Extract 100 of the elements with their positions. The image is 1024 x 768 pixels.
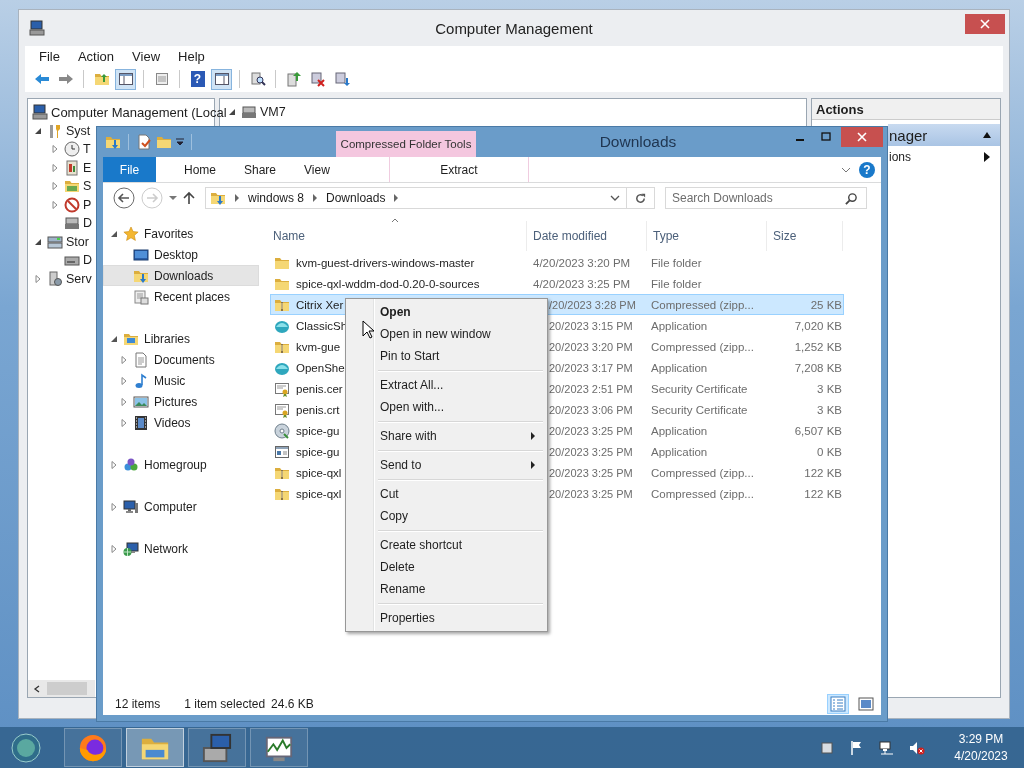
taskbar-button[interactable] xyxy=(250,728,308,767)
firefox-icon[interactable] xyxy=(78,732,108,763)
menu-item[interactable]: View xyxy=(126,48,167,64)
tree-item[interactable]: E xyxy=(83,160,92,175)
tree-item[interactable]: VM7 xyxy=(260,105,286,120)
column-header[interactable]: Name xyxy=(267,221,527,251)
expand-arrow-icon[interactable] xyxy=(51,182,59,191)
nav-item[interactable]: Favorites xyxy=(103,223,259,244)
help-button[interactable]: ? xyxy=(859,161,875,178)
menu-item[interactable]: Cut xyxy=(348,483,545,505)
horizontal-scrollbar[interactable] xyxy=(28,680,95,697)
expand-arrow-icon[interactable] xyxy=(34,274,42,283)
taskbar-button[interactable] xyxy=(64,728,122,767)
expand-ribbon-icon[interactable] xyxy=(841,166,851,173)
nav-item[interactable]: Pictures xyxy=(103,391,259,412)
expand-arrow-icon[interactable] xyxy=(51,200,59,209)
properties-icon[interactable] xyxy=(136,134,152,150)
nav-item[interactable]: Videos xyxy=(103,412,259,433)
menu-item[interactable]: Create shortcut xyxy=(348,534,545,556)
action-section[interactable]: nager xyxy=(888,124,1000,146)
menu-item[interactable]: Delete xyxy=(348,556,545,578)
column-header[interactable]: Date modified xyxy=(527,221,647,251)
expand-arrow-icon[interactable] xyxy=(110,460,118,469)
column-header[interactable]: Type xyxy=(647,221,767,251)
refresh-button[interactable] xyxy=(627,187,655,209)
expand-arrow-icon[interactable] xyxy=(120,355,128,364)
menu-item[interactable]: Rename xyxy=(348,578,545,600)
search-field[interactable]: Search Downloads xyxy=(665,187,867,209)
dropdown-icon[interactable] xyxy=(610,195,620,201)
address-bar[interactable]: windows 8 Downloads xyxy=(205,187,627,209)
clock-date[interactable]: 4/20/2023 xyxy=(954,747,1008,765)
tree-item[interactable]: D xyxy=(83,253,93,268)
tree-item[interactable]: Stor xyxy=(66,234,89,249)
tree-item[interactable]: D xyxy=(83,216,93,231)
caret-icon[interactable] xyxy=(169,195,177,201)
close-icon[interactable] xyxy=(857,132,867,142)
collapse-arrow-icon[interactable] xyxy=(982,131,992,139)
breadcrumb[interactable]: windows 8 xyxy=(248,191,305,205)
menu-item[interactable]: Open with... xyxy=(348,396,545,418)
pane-menu-entry[interactable]: ions xyxy=(888,146,1000,168)
menu-item[interactable]: File xyxy=(33,48,66,64)
nav-item[interactable]: Homegroup xyxy=(103,454,259,475)
nav-item[interactable]: Documents xyxy=(103,349,259,370)
tree-item[interactable]: P xyxy=(83,197,92,212)
menu-item[interactable]: Send to xyxy=(348,454,545,476)
ribbon-tab[interactable]: View xyxy=(290,157,344,182)
taskbar-button[interactable] xyxy=(126,728,184,767)
ribbon-tab[interactable]: Extract xyxy=(388,157,529,182)
nav-item[interactable]: Computer xyxy=(103,496,259,517)
expand-arrow-icon[interactable] xyxy=(120,397,128,406)
expand-arrow-icon[interactable] xyxy=(51,145,59,154)
close-icon[interactable] xyxy=(980,19,990,29)
close-button[interactable] xyxy=(841,127,883,147)
expand-arrow-icon[interactable] xyxy=(51,163,59,172)
collapse-arrow-icon[interactable] xyxy=(110,334,118,343)
collapse-arrow-icon[interactable] xyxy=(34,237,42,246)
menu-item[interactable]: Pin to Start xyxy=(348,345,545,367)
scroll-left-icon[interactable] xyxy=(33,684,41,693)
collapse-arrow-icon[interactable] xyxy=(228,108,236,117)
download-folder-icon[interactable] xyxy=(105,134,121,150)
nav-item[interactable]: Recent places xyxy=(103,286,259,307)
expand-arrow-icon[interactable] xyxy=(120,418,128,427)
refresh-icon[interactable] xyxy=(634,191,647,205)
search-icon[interactable] xyxy=(845,192,858,205)
menu-item[interactable]: Open in new window xyxy=(348,323,545,345)
network-icon[interactable] xyxy=(879,739,895,756)
maximize-icon[interactable] xyxy=(821,132,831,142)
menu-item[interactable]: Properties xyxy=(348,607,545,629)
ribbon-tab[interactable]: File xyxy=(103,157,156,182)
menu-item[interactable]: Extract All... xyxy=(348,374,545,396)
action-center-icon[interactable] xyxy=(819,739,835,756)
breadcrumb-arrow-icon[interactable] xyxy=(393,194,400,202)
close-button[interactable] xyxy=(965,14,1005,34)
ribbon-tab[interactable]: Home xyxy=(170,157,230,182)
expand-arrow-icon[interactable] xyxy=(110,502,118,511)
menu-item[interactable]: Copy xyxy=(348,505,545,527)
taskbar-button[interactable] xyxy=(188,728,246,767)
back-button[interactable] xyxy=(113,187,135,209)
ribbon-tab[interactable]: Share xyxy=(230,157,291,182)
tree-item[interactable]: T xyxy=(83,142,91,157)
clock-time[interactable]: 3:29 PM xyxy=(958,730,1004,748)
up-arrow-icon[interactable] xyxy=(183,191,195,205)
menu-item[interactable]: Share with xyxy=(348,425,545,447)
nav-item[interactable]: Downloads xyxy=(103,265,259,286)
tree-item[interactable]: Syst xyxy=(66,123,91,138)
menu-item[interactable]: Help xyxy=(172,48,211,64)
nav-item[interactable]: Music xyxy=(103,370,259,391)
breadcrumb-arrow-icon[interactable] xyxy=(234,194,240,202)
collapse-arrow-icon[interactable] xyxy=(34,126,42,135)
nav-item[interactable]: Libraries xyxy=(103,328,259,349)
nav-item[interactable]: Desktop xyxy=(103,244,259,265)
nav-item[interactable]: Network xyxy=(103,538,259,559)
breadcrumb-arrow-icon[interactable] xyxy=(312,194,319,202)
collapse-arrow-icon[interactable] xyxy=(110,229,118,238)
expand-arrow-icon[interactable] xyxy=(110,544,118,553)
tree-item[interactable]: Computer Management (Local xyxy=(51,104,227,120)
tree-item[interactable]: Serv xyxy=(66,271,92,286)
expand-arrow-icon[interactable] xyxy=(120,376,128,385)
menu-item[interactable]: Action xyxy=(71,48,121,64)
breadcrumb[interactable]: Downloads xyxy=(326,191,386,205)
